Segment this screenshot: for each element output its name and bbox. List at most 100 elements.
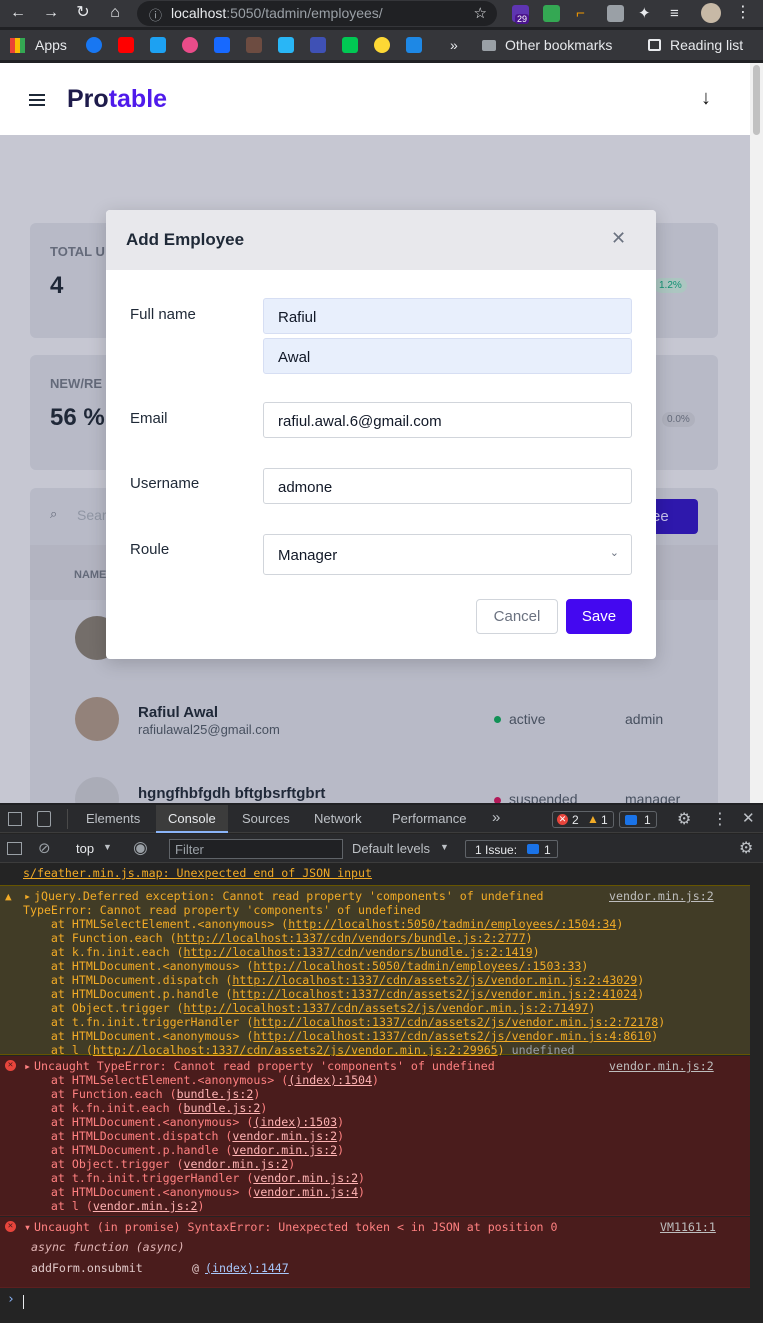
star-icon[interactable]: ☆: [474, 4, 487, 22]
bookmark-icon[interactable]: [374, 37, 390, 53]
add-employee-modal: Add Employee ✕ Full name Rafiul Awal Ema…: [106, 210, 656, 659]
first-name-input[interactable]: Rafiul: [263, 298, 632, 334]
reading-list[interactable]: Reading list: [670, 37, 743, 53]
puzzle-icon[interactable]: ✦: [638, 5, 655, 22]
extension-icon[interactable]: ⌐: [576, 5, 593, 22]
bookmark-icon[interactable]: [310, 37, 326, 53]
source-link[interactable]: (index):1447: [205, 1261, 289, 1275]
stack-frame-link[interactable]: bundle.js:2: [177, 1087, 254, 1101]
device-toolbar-icon[interactable]: [37, 811, 51, 827]
stack-frame-link[interactable]: http://localhost:1337/cdn/vendors/bundle…: [184, 945, 533, 959]
reading-list-icon[interactable]: ≡: [670, 5, 687, 22]
cancel-button[interactable]: Cancel: [476, 599, 558, 634]
stack-frame-link[interactable]: http://localhost:1337/cdn/assets2/js/ven…: [253, 1029, 651, 1043]
stack-frame: at k.fn.init.each (http://localhost:1337…: [23, 945, 540, 959]
settings-gear-icon[interactable]: ⚙: [677, 809, 691, 829]
stack-frame-link[interactable]: http://localhost:1337/cdn/assets2/js/ven…: [93, 1043, 498, 1057]
close-devtools-icon[interactable]: ✕: [742, 809, 755, 827]
scrollbar-thumb[interactable]: [753, 65, 760, 135]
sidebar-toggle-icon[interactable]: [7, 842, 22, 855]
bookmark-icon[interactable]: [342, 37, 358, 53]
behance-icon[interactable]: [214, 37, 230, 53]
back-arrow-icon[interactable]: ←: [8, 4, 28, 22]
stack-frame-link[interactable]: vendor.min.js:2: [232, 1143, 337, 1157]
extension-icon[interactable]: [543, 5, 560, 22]
console-input-cursor[interactable]: [23, 1295, 24, 1309]
log-levels-select[interactable]: Default levels: [352, 841, 430, 856]
stack-frame-link[interactable]: http://localhost:5050/tadmin/employees/:…: [288, 917, 616, 931]
last-name-input[interactable]: Awal: [263, 338, 632, 374]
tab-network[interactable]: Network: [314, 811, 362, 826]
twitter-icon[interactable]: [150, 37, 166, 53]
console-error: ✕ ▾ Uncaught (in promise) SyntaxError: U…: [0, 1217, 750, 1288]
stack-frame-link[interactable]: vendor.min.js:2: [184, 1157, 289, 1171]
eye-icon[interactable]: ◉: [133, 838, 148, 858]
stack-frame-link[interactable]: vendor.min.js:2: [93, 1199, 198, 1213]
bookmark-icon[interactable]: [278, 37, 294, 53]
home-icon[interactable]: ⌂: [105, 4, 125, 22]
error-warning-counter[interactable]: ✕ 2 ▲ 1: [552, 811, 614, 828]
stack-frame-link[interactable]: vendor.min.js:4: [253, 1185, 358, 1199]
expand-arrow-icon[interactable]: ▾: [24, 1220, 31, 1234]
tab-elements[interactable]: Elements: [86, 811, 140, 826]
source-link[interactable]: vendor.min.js:2: [609, 1059, 714, 1073]
stack-frame: at HTMLDocument.dispatch (http://localho…: [23, 973, 644, 987]
clear-console-icon[interactable]: ⊘: [38, 839, 51, 857]
stack-frame-link[interactable]: http://localhost:1337/cdn/assets2/js/ven…: [184, 1001, 589, 1015]
stack-frame-link[interactable]: (index):1503: [253, 1115, 337, 1129]
profile-avatar[interactable]: [701, 3, 721, 23]
console-settings-icon[interactable]: ⚙: [739, 838, 753, 858]
more-tabs-icon[interactable]: »: [492, 809, 500, 826]
info-icon[interactable]: ⓘ: [149, 5, 162, 24]
username-input[interactable]: admone: [263, 468, 632, 504]
stack-frame-text: at HTMLDocument.<anonymous> (: [23, 1029, 254, 1043]
stack-frame-link[interactable]: http://localhost:1337/cdn/assets2/js/ven…: [232, 987, 637, 1001]
close-icon[interactable]: ✕: [611, 228, 626, 249]
hamburger-menu-icon[interactable]: [29, 94, 45, 106]
stack-frame-text: at t.fn.init.triggerHandler (: [23, 1171, 254, 1185]
tab-console[interactable]: Console: [156, 805, 228, 833]
forward-arrow-icon[interactable]: →: [41, 4, 61, 22]
stack-frame-link[interactable]: vendor.min.js:2: [253, 1171, 358, 1185]
flag-icon[interactable]: [406, 37, 422, 53]
facebook-icon[interactable]: [86, 37, 102, 53]
stack-frame-link[interactable]: (index):1504: [288, 1073, 372, 1087]
stack-frame-link[interactable]: http://localhost:1337/cdn/assets2/js/ven…: [253, 1015, 658, 1029]
camera-icon[interactable]: [607, 5, 624, 22]
youtube-icon[interactable]: [118, 37, 134, 53]
other-bookmarks[interactable]: Other bookmarks: [505, 37, 612, 53]
dribbble-icon[interactable]: [182, 37, 198, 53]
tab-sources[interactable]: Sources: [242, 811, 290, 826]
filter-input[interactable]: Filter: [169, 839, 343, 859]
address-bar[interactable]: ⓘ localhost:5050/tadmin/employees/ ☆: [137, 1, 497, 26]
stack-frame-link[interactable]: http://localhost:5050/tadmin/employees/:…: [253, 959, 581, 973]
brand-logo[interactable]: Protable: [67, 85, 167, 114]
inspect-element-icon[interactable]: [8, 812, 22, 826]
bookmarks-overflow[interactable]: »: [450, 37, 458, 53]
save-button[interactable]: Save: [566, 599, 632, 634]
source-link[interactable]: vendor.min.js:2: [609, 889, 714, 903]
reload-icon[interactable]: ↻: [73, 4, 93, 22]
expand-arrow-icon[interactable]: ▸: [24, 889, 31, 903]
bookmark-apps[interactable]: Apps: [35, 37, 67, 53]
page-scrollbar[interactable]: [750, 63, 763, 803]
issues-button[interactable]: 1 Issue: 1: [465, 840, 558, 858]
stack-frame-link[interactable]: http://localhost:1337/cdn/assets2/js/ven…: [232, 973, 637, 987]
kebab-menu-icon[interactable]: ⋮: [712, 809, 728, 829]
source-link[interactable]: VM1161:1: [660, 1220, 716, 1234]
expand-arrow-icon[interactable]: ▸: [24, 1059, 31, 1073]
warning-icon: ▲: [5, 890, 12, 903]
bookmark-icon[interactable]: [246, 37, 262, 53]
arrow-down-icon[interactable]: ↓: [701, 87, 711, 110]
context-select[interactable]: top: [76, 841, 94, 856]
tab-performance[interactable]: Performance: [392, 811, 466, 826]
menu-kebab-icon[interactable]: ⋮: [733, 4, 753, 22]
stack-frame-link[interactable]: vendor.min.js:2: [232, 1129, 337, 1143]
messages-counter[interactable]: 1: [619, 811, 657, 828]
stack-frame-text: at k.fn.init.each (: [23, 1101, 184, 1115]
email-input[interactable]: rafiul.awal.6@gmail.com: [263, 402, 632, 438]
stack-frame-link[interactable]: bundle.js:2: [184, 1101, 261, 1115]
role-select[interactable]: Manager ⌄: [263, 534, 632, 575]
apps-icon[interactable]: [10, 38, 25, 53]
stack-frame-link[interactable]: http://localhost:1337/cdn/vendors/bundle…: [177, 931, 526, 945]
